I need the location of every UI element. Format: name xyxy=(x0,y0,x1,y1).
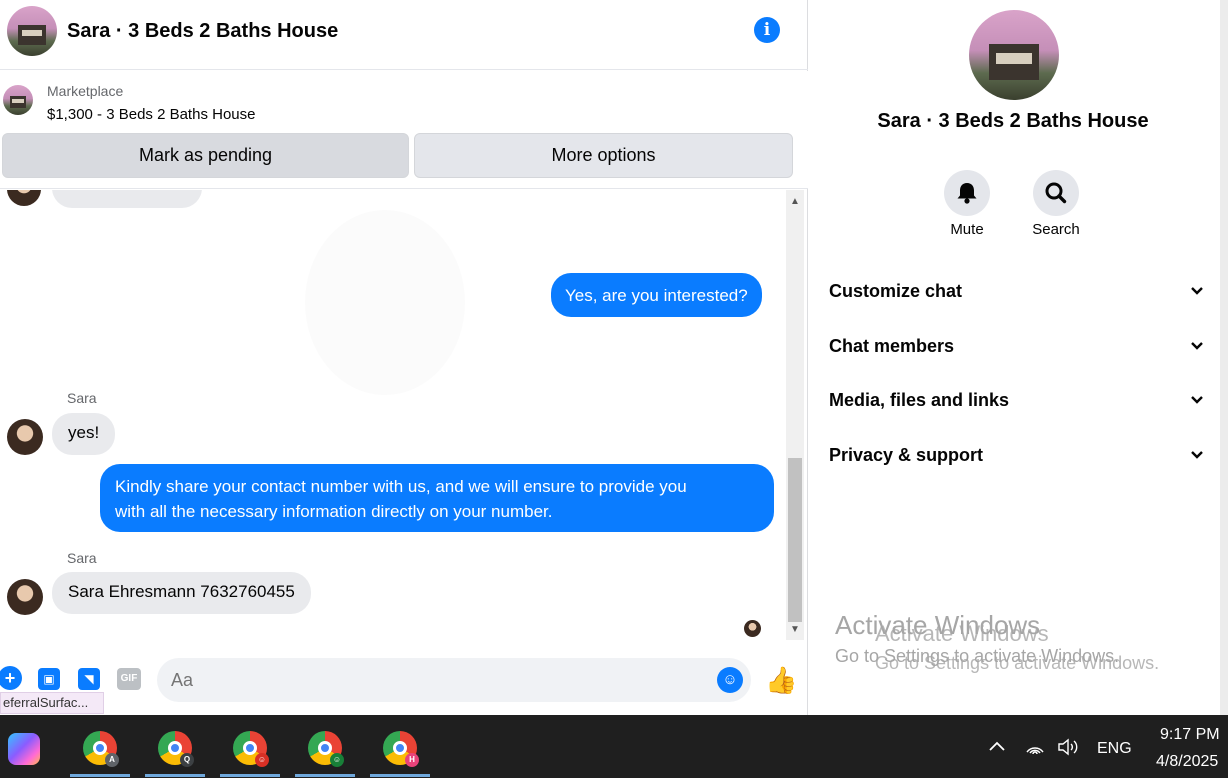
active-indicator xyxy=(295,774,355,777)
profile-badge: H xyxy=(405,753,419,767)
activate-windows-subtitle-overlay: Go to Settings to activate Windows. xyxy=(875,653,1160,673)
outgoing-message[interactable]: Kindly share your contact number with us… xyxy=(100,464,774,532)
profile-badge: A xyxy=(105,753,119,767)
chevron-down-icon xyxy=(1190,447,1204,463)
message-bubble-partial xyxy=(52,190,202,208)
marketplace-listing-bar: Marketplace $1,300 - 3 Beds 2 Baths Hous… xyxy=(0,71,808,189)
copilot-icon[interactable] xyxy=(8,733,40,765)
search-button[interactable] xyxy=(1033,170,1079,216)
taskbar-chrome-profile-a[interactable]: A xyxy=(70,715,130,778)
message-line: with all the necessary information direc… xyxy=(115,502,553,521)
message-composer: + ▣ ◥ GIF ☺ 👍 xyxy=(0,655,808,711)
scroll-up-arrow-icon[interactable]: ▲ xyxy=(790,196,800,207)
taskbar-chrome-profile-h[interactable]: H xyxy=(370,715,430,778)
sender-name: Sara xyxy=(67,390,97,406)
network-icon[interactable] xyxy=(1024,738,1046,761)
photo-icon[interactable]: ▣ xyxy=(38,668,60,690)
listing-category: Marketplace xyxy=(47,83,124,99)
section-customize-chat[interactable]: Customize chat xyxy=(829,276,1204,306)
activate-windows-title-overlay: Activate Windows xyxy=(875,621,1049,646)
incoming-message[interactable]: Sara Ehresmann 7632760455 xyxy=(52,572,311,614)
sender-avatar xyxy=(7,579,43,615)
chevron-down-icon xyxy=(1190,338,1204,354)
clock-date[interactable]: 4/8/2025 xyxy=(1156,753,1218,771)
gif-icon[interactable]: GIF xyxy=(117,668,141,690)
section-label: Customize chat xyxy=(829,280,963,301)
taskbar-chrome-profile-green[interactable]: ☺ xyxy=(295,715,355,778)
faded-image xyxy=(305,210,465,395)
active-indicator xyxy=(70,774,130,777)
seen-receipt-avatar xyxy=(744,620,761,637)
listing-avatar[interactable] xyxy=(7,6,57,56)
sender-avatar xyxy=(7,190,41,206)
sticker-icon[interactable]: ◥ xyxy=(78,668,100,690)
language-indicator[interactable]: ENG xyxy=(1097,740,1132,758)
section-label: Chat members xyxy=(829,335,955,356)
info-icon[interactable]: i xyxy=(754,17,780,43)
tooltip-label: eferralSurfac... xyxy=(0,692,104,714)
mute-label: Mute xyxy=(950,221,984,238)
chat-title[interactable]: Sara · 3 Beds 2 Baths House xyxy=(67,20,338,43)
mark-as-pending-button[interactable]: Mark as pending xyxy=(2,133,409,178)
chat-header: Sara · 3 Beds 2 Baths House i xyxy=(0,0,808,70)
active-indicator xyxy=(370,774,430,777)
message-scrollbar[interactable]: ▲ ▼ xyxy=(786,190,804,640)
section-label: Privacy & support xyxy=(829,444,984,465)
message-line: Kindly share your contact number with us… xyxy=(115,477,687,496)
outgoing-message[interactable]: Yes, are you interested? xyxy=(551,273,762,317)
taskbar: A Q ☺ ☺ H ENG 9:17 PM 4/8/2025 xyxy=(0,715,1228,778)
profile-avatar[interactable] xyxy=(969,10,1059,100)
active-indicator xyxy=(145,774,205,777)
profile-badge: Q xyxy=(180,753,194,767)
active-indicator xyxy=(220,774,280,777)
emoji-icon[interactable]: ☺ xyxy=(717,667,743,693)
taskbar-chrome-profile-q[interactable]: Q xyxy=(145,715,205,778)
bell-icon xyxy=(957,183,977,204)
sender-name: Sara xyxy=(67,550,97,566)
message-list: Yes, are you interested? Sara yes! Kindl… xyxy=(0,190,786,645)
screen: Sara · 3 Beds 2 Baths House i Marketplac… xyxy=(0,0,1228,778)
chevron-up-icon[interactable] xyxy=(987,738,1007,758)
section-chat-members[interactable]: Chat members xyxy=(829,331,1204,361)
clock-time[interactable]: 9:17 PM xyxy=(1160,726,1220,744)
section-label: Media, files and links xyxy=(829,389,1010,410)
scroll-thumb[interactable] xyxy=(788,458,802,622)
details-title: Sara · 3 Beds 2 Baths House xyxy=(877,110,1149,132)
chevron-down-icon xyxy=(1190,392,1204,408)
incoming-message[interactable]: yes! xyxy=(52,413,116,455)
plus-icon[interactable]: + xyxy=(0,666,22,690)
profile-badge: ☺ xyxy=(330,753,344,767)
thumbs-up-icon[interactable]: 👍 xyxy=(765,665,797,696)
section-media-files-links[interactable]: Media, files and links xyxy=(829,385,1204,415)
scroll-down-arrow-icon[interactable]: ▼ xyxy=(790,624,800,635)
search-icon xyxy=(1045,182,1067,204)
taskbar-chrome-profile-red[interactable]: ☺ xyxy=(220,715,280,778)
profile-badge: ☺ xyxy=(255,753,269,767)
message-input[interactable] xyxy=(157,658,751,702)
search-label: Search xyxy=(1032,221,1080,238)
more-options-button[interactable]: More options xyxy=(414,133,793,178)
sender-avatar xyxy=(7,419,43,455)
chevron-down-icon xyxy=(1190,283,1204,299)
volume-icon[interactable] xyxy=(1057,738,1081,761)
listing-title[interactable]: $1,300 - 3 Beds 2 Baths House xyxy=(47,106,255,123)
mute-button[interactable] xyxy=(944,170,990,216)
chat-pane: Sara · 3 Beds 2 Baths House i Marketplac… xyxy=(0,0,808,715)
details-scrollbar[interactable] xyxy=(1220,0,1228,715)
section-privacy-support[interactable]: Privacy & support xyxy=(829,440,1204,470)
chat-details-pane: Sara · 3 Beds 2 Baths House Mute Search … xyxy=(808,0,1220,715)
listing-thumbnail[interactable] xyxy=(3,85,33,115)
